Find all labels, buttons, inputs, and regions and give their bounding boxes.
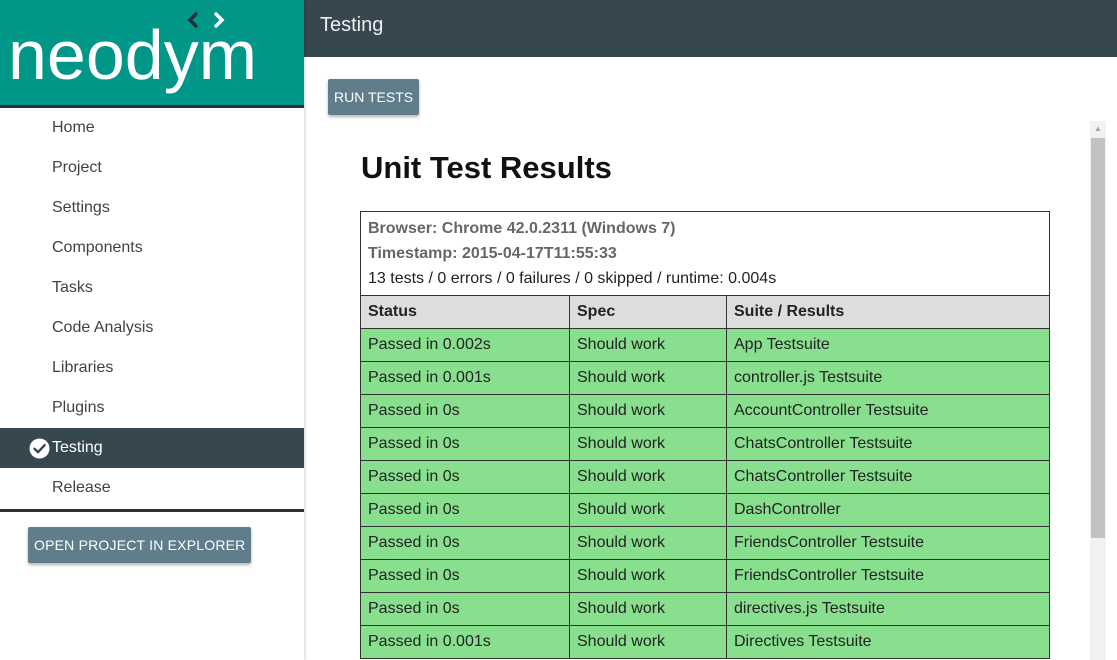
suite-cell: FriendsController Testsuite bbox=[726, 526, 1050, 560]
sidebar-item-label: Code Analysis bbox=[52, 319, 154, 336]
spec-cell: Should work bbox=[569, 361, 727, 395]
sidebar-item-label: Libraries bbox=[52, 359, 114, 376]
suite-cell: FriendsController Testsuite bbox=[726, 559, 1050, 593]
status-cell: Passed in 0.002s bbox=[360, 328, 570, 362]
suite-cell: ChatsController Testsuite bbox=[726, 460, 1050, 494]
suite-cell: Directives Testsuite bbox=[726, 625, 1050, 659]
sidebar-item-settings[interactable]: Settings bbox=[0, 188, 304, 228]
table-row: Passed in 0s Should work ChatsController T… bbox=[360, 427, 1050, 461]
sidebar-item-code-analysis[interactable]: Code Analysis bbox=[0, 308, 304, 348]
suite-cell: AccountController Testsuite bbox=[726, 394, 1050, 428]
sidebar-item-tasks[interactable]: Tasks bbox=[0, 268, 304, 308]
sidebar-item-home[interactable]: Home bbox=[0, 108, 304, 148]
spec-cell: Should work bbox=[569, 427, 727, 461]
results-table: Browser: Chrome 42.0.2311 (Windows 7) Ti… bbox=[360, 211, 1050, 659]
summary-row: 13 tests / 0 errors / 0 failures / 0 ski… bbox=[361, 266, 1050, 296]
table-row: Passed in 0.001s Should work controller.js… bbox=[360, 361, 1050, 395]
suite-cell: ChatsController Testsuite bbox=[726, 427, 1050, 461]
open-project-in-explorer-button[interactable]: OPEN PROJECT IN EXPLORER bbox=[28, 527, 252, 563]
spec-cell: Should work bbox=[569, 592, 727, 626]
sidebar-nav: Home Project Settings Components Tasks Code A… bbox=[0, 108, 304, 508]
app-window: neodym Home Project Settings Components Task… bbox=[0, 0, 1117, 660]
spec-cell: Should work bbox=[569, 493, 727, 527]
sidebar-item-label: Components bbox=[52, 239, 143, 256]
suite-cell: controller.js Testsuite bbox=[726, 361, 1050, 395]
spec-cell: Should work bbox=[569, 328, 727, 362]
table-row: Passed in 0s Should work FriendsController… bbox=[360, 559, 1050, 593]
browser-info: Browser: Chrome 42.0.2311 (Windows 7) bbox=[368, 219, 676, 237]
sidebar-item-label: Tasks bbox=[52, 279, 93, 296]
results-table-body: Browser: Chrome 42.0.2311 (Windows 7) Ti… bbox=[360, 212, 1050, 659]
neodym-logo-art: neodym bbox=[8, 12, 257, 94]
test-summary: 13 tests / 0 errors / 0 failures / 0 ski… bbox=[368, 269, 777, 287]
sidebar-item-label: Home bbox=[52, 119, 95, 136]
sidebar: neodym Home Project Settings Components Task… bbox=[0, 0, 304, 660]
status-cell: Passed in 0s bbox=[360, 559, 570, 593]
logo-text: neodym bbox=[8, 16, 257, 94]
status-cell: Passed in 0s bbox=[360, 592, 570, 626]
timestamp-row: Timestamp: 2015-04-17T11:55:33 bbox=[361, 241, 1050, 266]
top-bar: Testing bbox=[304, 0, 1117, 57]
sidebar-item-components[interactable]: Components bbox=[0, 228, 304, 268]
run-tests-button[interactable]: RUN TESTS bbox=[328, 79, 420, 115]
sidebar-item-testing[interactable]: Testing bbox=[0, 428, 304, 468]
table-row: Passed in 0s Should work FriendsController… bbox=[360, 526, 1050, 560]
check-circle-icon bbox=[29, 438, 50, 459]
scrollbar-thumb[interactable] bbox=[1091, 138, 1105, 538]
sidebar-item-project[interactable]: Project bbox=[0, 148, 304, 188]
spec-cell: Should work bbox=[569, 394, 727, 428]
sidebar-item-plugins[interactable]: Plugins bbox=[0, 388, 304, 428]
sidebar-item-label: Release bbox=[52, 479, 111, 496]
table-row: Passed in 0.001s Should work Directives Te… bbox=[360, 625, 1050, 659]
column-header-status: Status bbox=[360, 295, 570, 329]
sidebar-item-label: Testing bbox=[52, 439, 103, 456]
spec-cell: Should work bbox=[569, 625, 727, 659]
spec-cell: Should work bbox=[569, 460, 727, 494]
main-content: RUN TESTS Unit Test Results Browser: Chr… bbox=[304, 57, 1117, 660]
status-cell: Passed in 0s bbox=[360, 394, 570, 428]
suite-cell: App Testsuite bbox=[726, 328, 1050, 362]
table-row: Passed in 0s Should work directives.js Tes… bbox=[360, 592, 1050, 626]
status-cell: Passed in 0s bbox=[360, 460, 570, 494]
status-cell: Passed in 0s bbox=[360, 427, 570, 461]
table-row: Passed in 0.002s Should work App Testsuite bbox=[360, 328, 1050, 362]
column-header-spec: Spec bbox=[569, 295, 727, 329]
status-cell: Passed in 0.001s bbox=[360, 625, 570, 659]
page-title: Testing bbox=[320, 14, 384, 36]
scroll-up-arrow-icon[interactable]: ▲ bbox=[1090, 121, 1106, 137]
column-header-suite: Suite / Results bbox=[726, 295, 1050, 329]
sidebar-item-libraries[interactable]: Libraries bbox=[0, 348, 304, 388]
suite-cell: directives.js Testsuite bbox=[726, 592, 1050, 626]
sidebar-item-release[interactable]: Release bbox=[0, 468, 304, 508]
browser-info-row: Browser: Chrome 42.0.2311 (Windows 7) bbox=[361, 212, 1050, 242]
table-row: Passed in 0s Should work DashController bbox=[360, 493, 1050, 527]
test-results-frame: Unit Test Results Browser: Chrome 42.0.2… bbox=[328, 120, 1110, 660]
spec-cell: Should work bbox=[569, 559, 727, 593]
table-row: Passed in 0s Should work AccountController… bbox=[360, 394, 1050, 428]
neodym-logo: neodym bbox=[0, 0, 304, 108]
results-scrollbar[interactable]: ▲ bbox=[1090, 121, 1106, 660]
timestamp-info: Timestamp: 2015-04-17T11:55:33 bbox=[368, 244, 617, 262]
spec-cell: Should work bbox=[569, 526, 727, 560]
status-cell: Passed in 0s bbox=[360, 526, 570, 560]
suite-cell: DashController bbox=[726, 493, 1050, 527]
sidebar-item-label: Plugins bbox=[52, 399, 105, 416]
table-header-row: Status Spec Suite / Results bbox=[360, 295, 1050, 329]
status-cell: Passed in 0.001s bbox=[360, 361, 570, 395]
sidebar-divider bbox=[0, 509, 304, 512]
table-row: Passed in 0s Should work ChatsController T… bbox=[360, 460, 1050, 494]
sidebar-item-label: Settings bbox=[52, 199, 110, 216]
results-title: Unit Test Results bbox=[361, 150, 612, 185]
sidebar-item-label: Project bbox=[52, 159, 102, 176]
status-cell: Passed in 0s bbox=[360, 493, 570, 527]
